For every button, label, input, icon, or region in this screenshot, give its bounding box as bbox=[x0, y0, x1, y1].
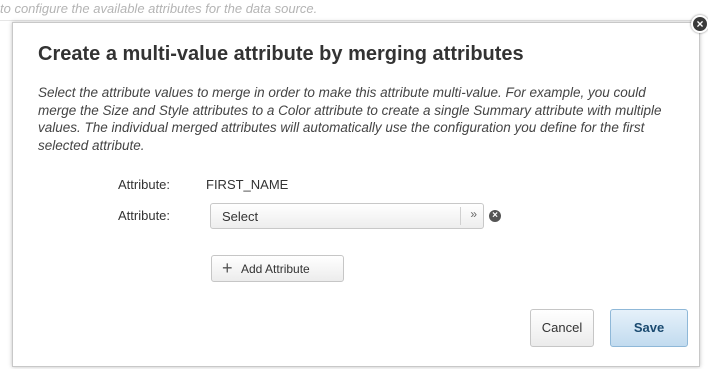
background-instruction-text: to configure the available attributes fo… bbox=[0, 1, 318, 16]
close-icon[interactable]: × bbox=[691, 15, 708, 33]
attribute-value-first-name: FIRST_NAME bbox=[206, 177, 289, 192]
save-button[interactable]: Save bbox=[610, 309, 688, 347]
double-chevron-down-icon[interactable]: » bbox=[470, 207, 477, 221]
add-attribute-label: Add Attribute bbox=[241, 262, 310, 276]
attribute-label-2: Attribute: bbox=[118, 208, 171, 223]
dialog-description: Select the attribute values to merge in … bbox=[38, 85, 662, 153]
dialog-title: Create a multi-value attribute by mergin… bbox=[38, 43, 524, 65]
merge-attributes-dialog: Create a multi-value attribute by mergin… bbox=[12, 22, 700, 367]
attribute-select-value: Select bbox=[222, 209, 259, 224]
remove-icon[interactable]: × bbox=[489, 210, 501, 222]
plus-icon: + bbox=[222, 258, 233, 278]
attribute-select[interactable]: Select » bbox=[210, 203, 484, 229]
background-divider bbox=[0, 20, 708, 21]
add-attribute-button[interactable]: + Add Attribute bbox=[211, 255, 344, 282]
select-divider bbox=[460, 207, 461, 225]
attribute-label-1: Attribute: bbox=[118, 177, 171, 192]
cancel-button[interactable]: Cancel bbox=[530, 309, 594, 347]
